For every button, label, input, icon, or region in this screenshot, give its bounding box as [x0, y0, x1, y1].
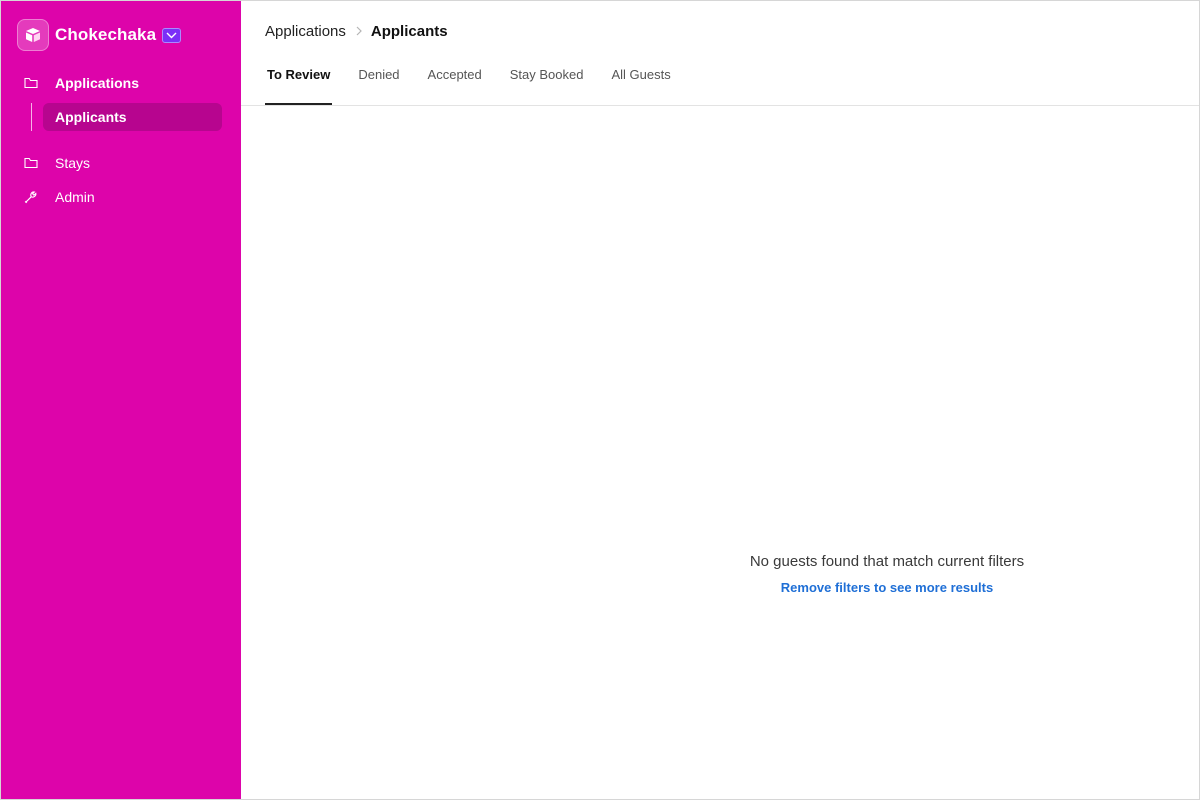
chevron-right-icon	[356, 26, 362, 36]
folder-icon	[23, 75, 39, 91]
divider	[241, 105, 1199, 106]
chevron-down-icon[interactable]	[162, 27, 182, 43]
tab-denied[interactable]: Denied	[356, 59, 401, 105]
empty-state: No guests found that match current filte…	[681, 553, 1093, 595]
sidebar-item-stays[interactable]: Stays	[1, 149, 241, 177]
tab-stay-booked[interactable]: Stay Booked	[508, 59, 586, 105]
nav-tree-line	[31, 103, 32, 131]
tab-accepted[interactable]: Accepted	[426, 59, 484, 105]
page-title: Applicants	[370, 22, 448, 40]
sidebar-item-label: Applicants	[55, 109, 127, 125]
folder-icon	[23, 155, 39, 171]
cube-icon	[17, 19, 49, 51]
sidebar-item-label: Applications	[55, 75, 140, 91]
empty-state-message: No guests found that match current filte…	[749, 553, 1025, 570]
sidebar-item-admin[interactable]: Admin	[1, 183, 241, 211]
main-content: Applications Applicants To Review Denied…	[241, 1, 1199, 799]
app-window: Chokechaka Applications Applicants Stays…	[0, 0, 1200, 800]
tab-bar: To Review Denied Accepted Stay Booked Al…	[265, 59, 697, 105]
sidebar-item-label: Stays	[55, 155, 91, 171]
breadcrumb: Applications Applicants	[265, 21, 448, 41]
app-name: Chokechaka	[55, 25, 157, 44]
brand[interactable]: Chokechaka	[17, 19, 182, 51]
tab-all-guests[interactable]: All Guests	[609, 59, 672, 105]
sidebar-item-applications[interactable]: Applications	[1, 69, 241, 97]
remove-filters-link[interactable]: Remove filters to see more results	[681, 580, 1093, 595]
breadcrumb-applications[interactable]: Applications	[265, 23, 346, 40]
tab-to-review[interactable]: To Review	[265, 59, 333, 105]
sidebar-item-applicants[interactable]: Applicants	[43, 103, 222, 131]
wrench-icon	[23, 189, 39, 205]
sidebar: Chokechaka Applications Applicants Stays…	[1, 1, 241, 799]
sidebar-item-label: Admin	[55, 189, 95, 205]
